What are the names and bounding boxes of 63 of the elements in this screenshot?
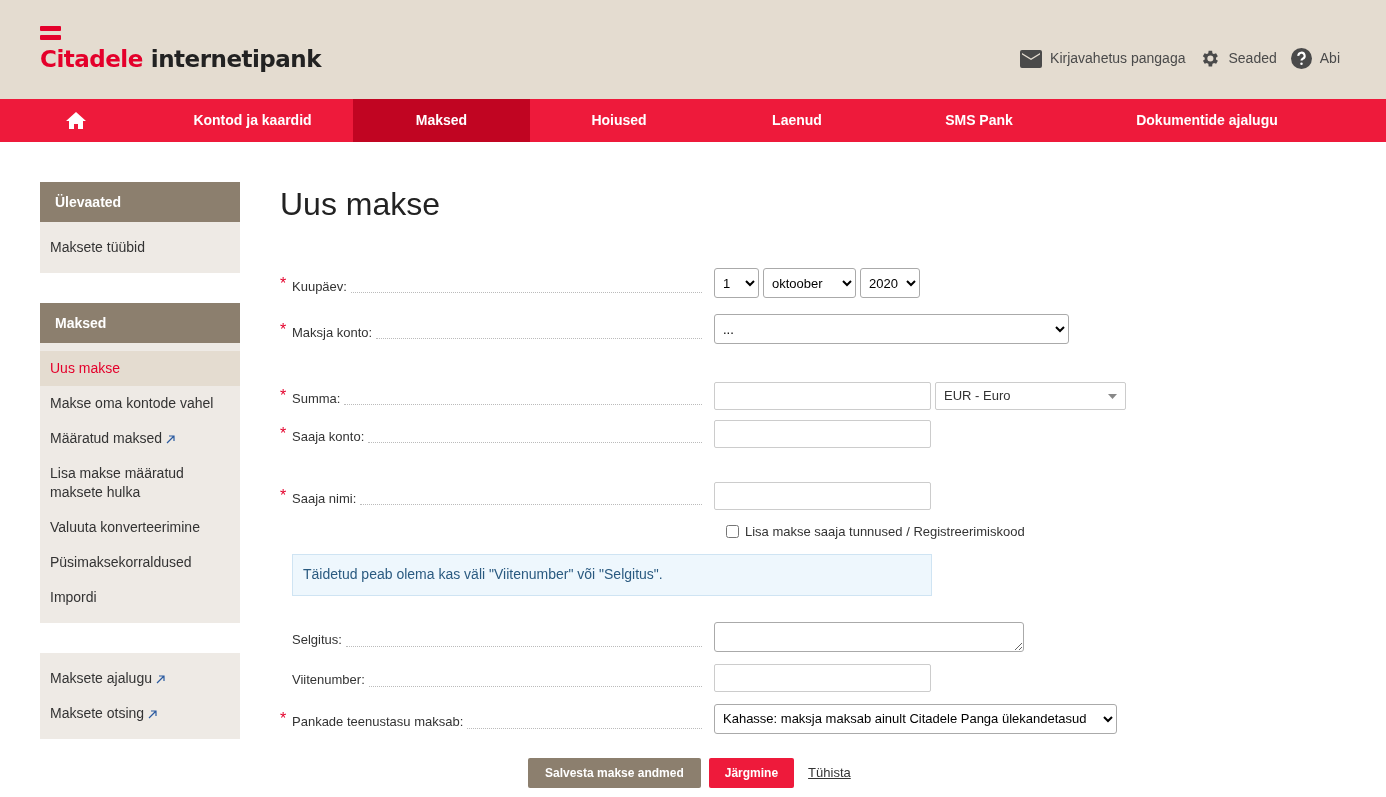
logo-mark-icon xyxy=(40,26,61,42)
nav-tab[interactable]: Laenud xyxy=(708,99,886,142)
save-button[interactable]: Salvesta makse andmed xyxy=(528,757,701,788)
field-label: Kuupäev: xyxy=(292,277,347,296)
fee-select[interactable]: Kahasse: maksja maksab ainult Citadele Panga ülekandetasud xyxy=(714,703,1117,734)
field-label: Summa: xyxy=(292,389,341,408)
field-label: Maksja konto: xyxy=(292,323,373,342)
amount-field[interactable] xyxy=(714,382,931,410)
checkbox[interactable] xyxy=(726,525,739,539)
sidebar-link[interactable]: Maksete otsing xyxy=(40,696,240,731)
required-mark: * xyxy=(280,486,287,504)
external-link-icon xyxy=(155,674,165,684)
sidebar-link[interactable]: Maksete tüübid xyxy=(40,230,240,265)
sidebar-link[interactable]: Püsimaksekorraldused xyxy=(40,545,240,580)
sidebar-link[interactable]: Impordi xyxy=(40,580,240,615)
input-field[interactable] xyxy=(714,482,931,510)
nav-tab[interactable]: Kontod ja kaardid xyxy=(152,99,353,142)
required-mark: * xyxy=(280,320,287,338)
info-message: Täidetud peab olema kas väli "Viitenumber" või "Selgitus". xyxy=(292,553,932,596)
nav-tab[interactable]: SMS Pank xyxy=(886,99,1072,142)
header-link[interactable]: Kirjavahetus pangaga xyxy=(1020,48,1186,69)
currency-select[interactable]: EUR - Euro xyxy=(935,382,1126,410)
nav-tab[interactable]: Maksed xyxy=(353,99,530,142)
sidebar-link[interactable]: Makse oma kontode vahel xyxy=(40,386,240,421)
external-link-icon xyxy=(148,709,158,719)
header-link[interactable]: Abi xyxy=(1290,48,1340,69)
input-field[interactable] xyxy=(714,663,931,692)
logo-product: internetipank xyxy=(150,48,322,71)
required-mark: * xyxy=(280,424,287,442)
text-area[interactable] xyxy=(714,621,1024,652)
help-icon xyxy=(1290,48,1312,69)
field-label: Viitenumber: xyxy=(292,671,365,689)
nav-tab[interactable]: Hoiused xyxy=(530,99,708,142)
field-label: Saaja konto: xyxy=(292,427,365,446)
field-label: Selgitus: xyxy=(292,631,342,649)
sidebar-link[interactable]: Määratud maksed xyxy=(40,421,240,456)
sidebar-link[interactable]: Maksete ajalugu xyxy=(40,661,240,696)
year-select[interactable]: 2020 xyxy=(860,268,920,298)
month-select[interactable]: oktoober xyxy=(763,268,856,298)
nav-tab[interactable]: Dokumentide ajalugu xyxy=(1072,99,1342,142)
mail-icon xyxy=(1020,49,1043,68)
account-select[interactable]: ... xyxy=(714,314,1069,344)
sidebar-heading: Maksed xyxy=(40,303,240,343)
sidebar-link[interactable]: Uus makse xyxy=(40,351,240,386)
page-title: Uus makse xyxy=(280,185,442,224)
input-field[interactable] xyxy=(714,420,931,448)
required-mark: * xyxy=(280,274,287,292)
field-label: Pankade teenustasu maksab: xyxy=(292,713,464,731)
cancel-link[interactable]: Tühista xyxy=(808,762,851,783)
day-select[interactable]: 1 xyxy=(714,268,759,298)
sidebar-link[interactable]: Valuuta konverteerimine xyxy=(40,510,240,545)
home-icon xyxy=(66,112,86,129)
required-mark: * xyxy=(280,710,287,727)
logo-brand: Citadele xyxy=(40,48,143,71)
next-button[interactable]: Järgmine xyxy=(708,757,795,788)
header-link[interactable]: Seaded xyxy=(1199,48,1277,69)
sidebar-heading: Ülevaated xyxy=(40,182,240,222)
required-mark: * xyxy=(280,386,287,404)
external-link-icon xyxy=(166,434,176,444)
sidebar-link[interactable]: Lisa makse määratud maksete hulka xyxy=(40,456,240,510)
field-label: Saaja nimi: xyxy=(292,489,357,508)
checkbox-option[interactable]: Lisa makse saaja tunnused / Registreerimiskood xyxy=(726,522,1025,542)
caret-icon xyxy=(1108,393,1117,399)
